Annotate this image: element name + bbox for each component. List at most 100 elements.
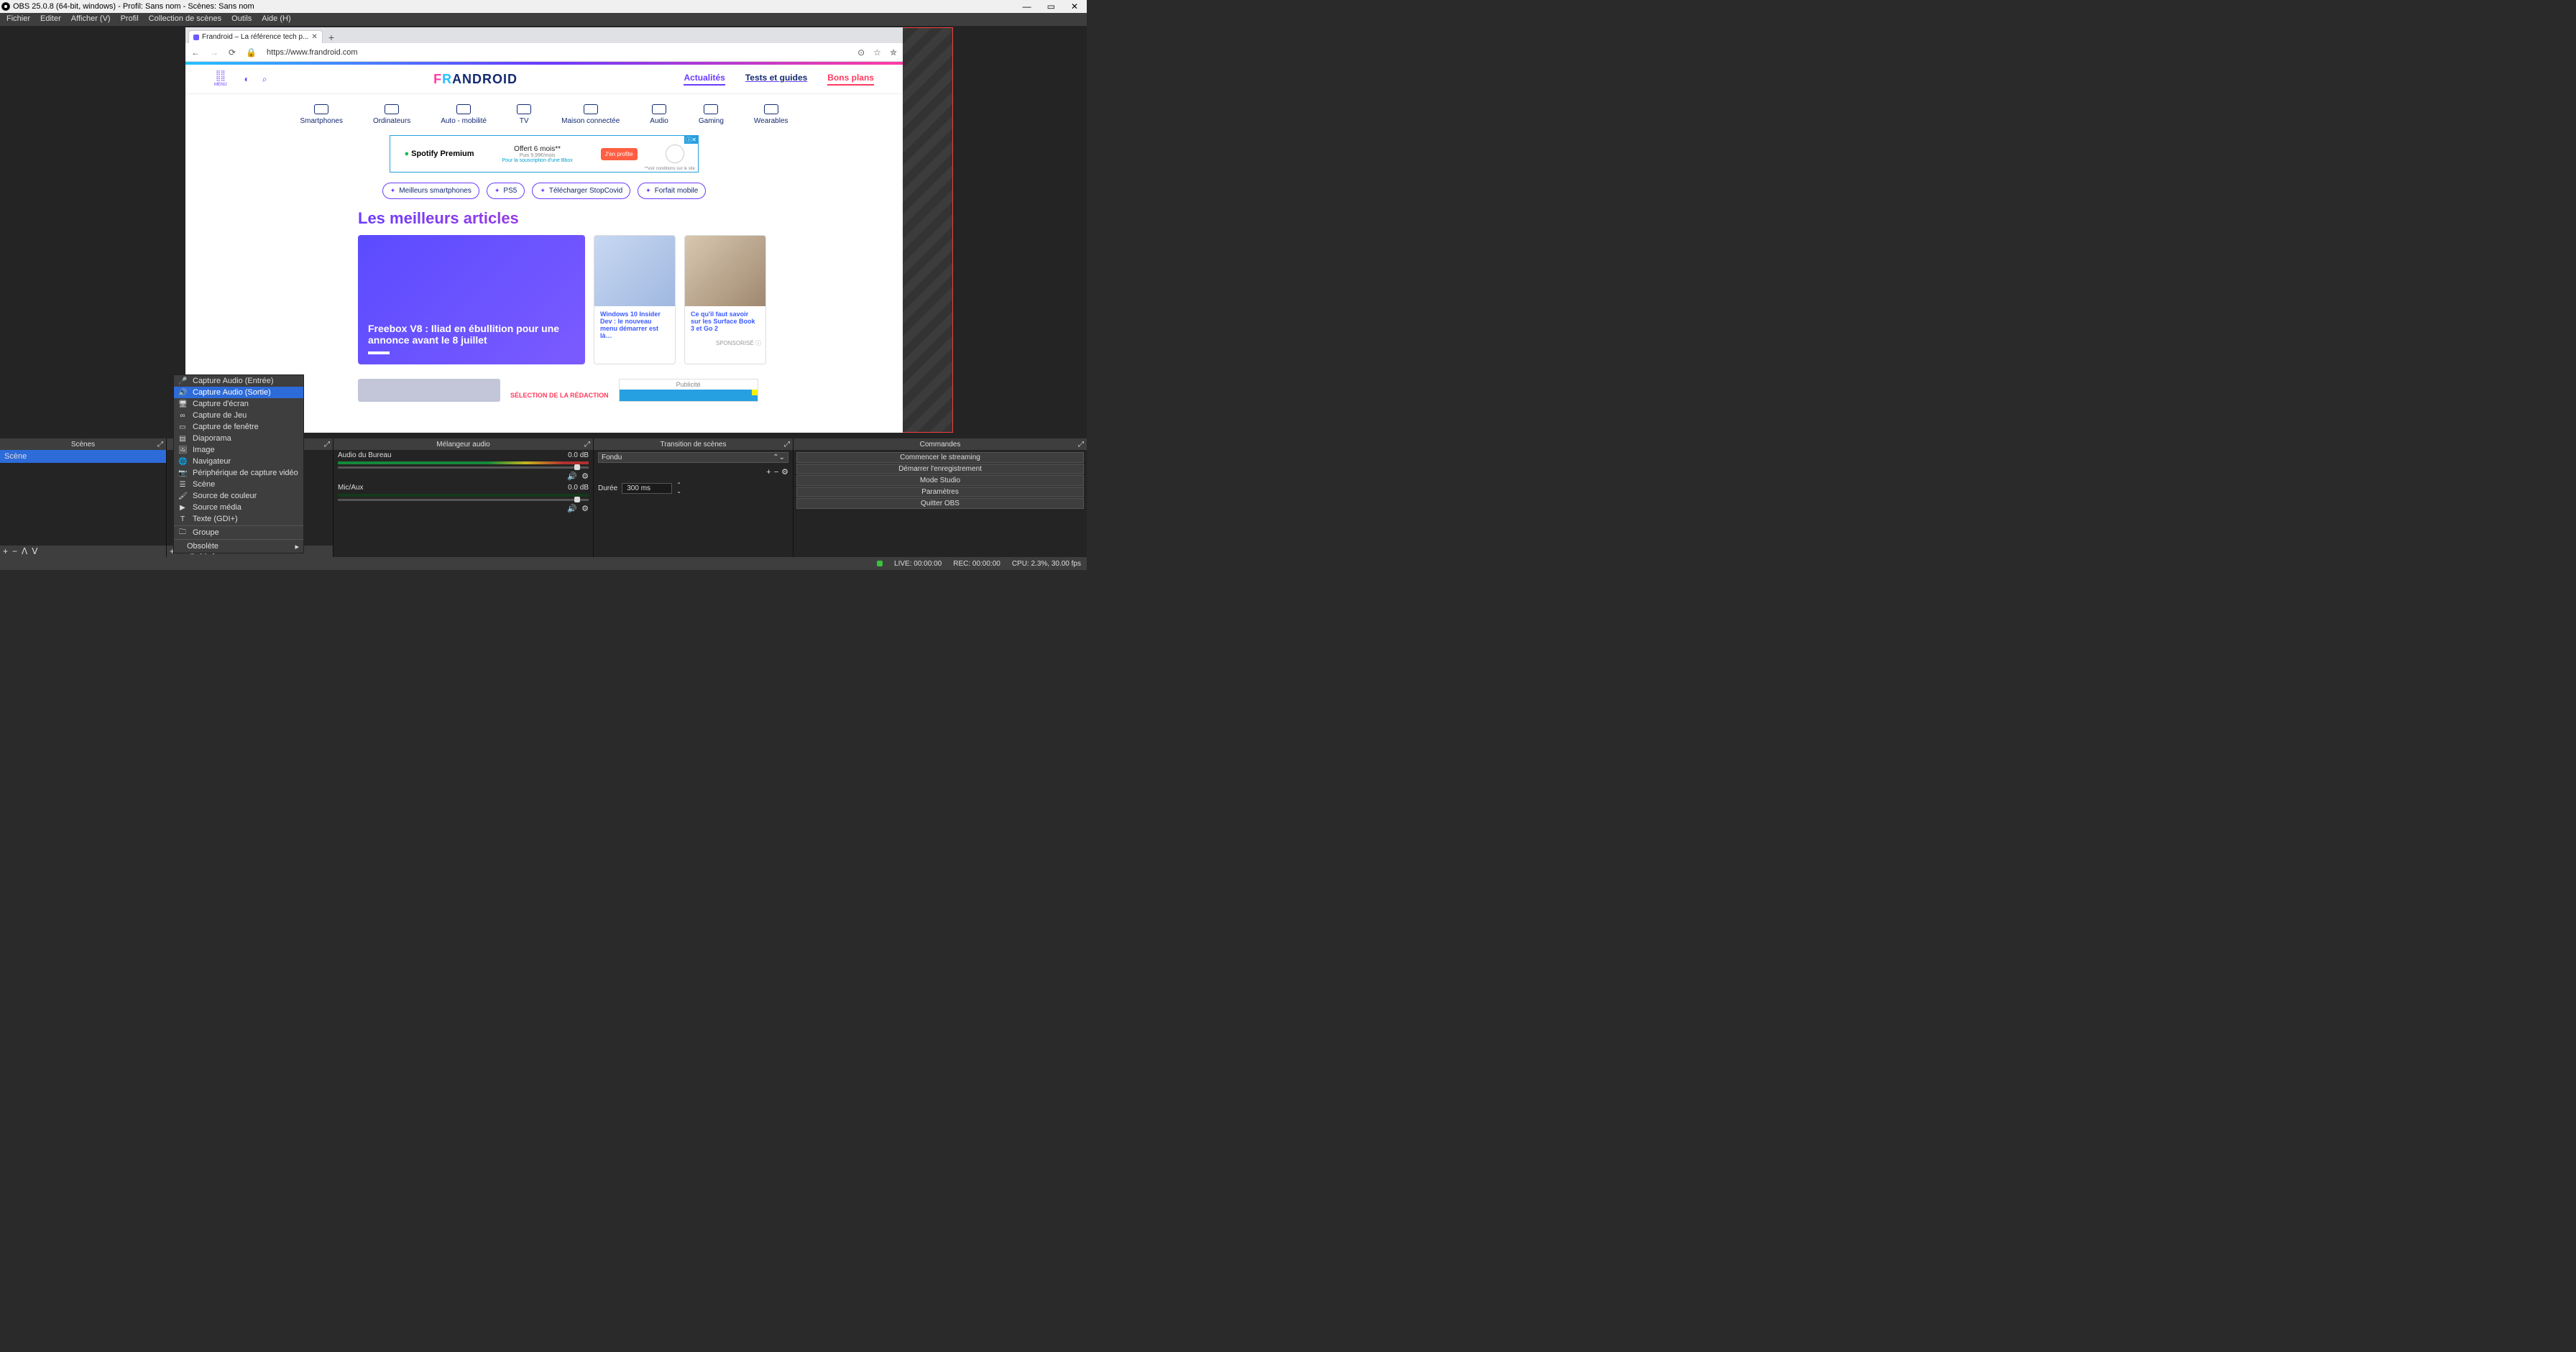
trending-pills: Meilleurs smartphones PS5 Télécharger St… <box>185 183 903 199</box>
nav-actualites[interactable]: Actualités <box>684 73 724 86</box>
ctx-image[interactable]: 🖼Image <box>174 444 303 456</box>
settings-button[interactable]: Paramètres <box>796 487 1084 497</box>
ad-close-icon[interactable]: ⓘ✕ <box>684 136 698 144</box>
ctx-window-capture[interactable]: ▭Capture de fenêtre <box>174 421 303 433</box>
mute-icon[interactable]: 🔊 <box>567 472 577 481</box>
back-icon[interactable]: ← <box>191 47 200 58</box>
pill-smartphones[interactable]: Meilleurs smartphones <box>382 183 479 199</box>
dock-popout-icon[interactable]: ⤢ <box>784 441 790 449</box>
cat-smartphones[interactable]: Smartphones <box>300 104 342 125</box>
scene-up-button[interactable]: ᐱ <box>22 546 27 556</box>
cat-maison[interactable]: Maison connectée <box>561 104 620 125</box>
cat-audio[interactable]: Audio <box>650 104 668 125</box>
site-logo[interactable]: FRANDROID <box>433 72 518 87</box>
menu-fichier[interactable]: Fichier <box>1 13 35 26</box>
cat-tv[interactable]: TV <box>517 104 531 125</box>
ctx-audio-output[interactable]: 🔊Capture Audio (Sortie) <box>174 387 303 398</box>
duration-input[interactable]: 300 ms <box>622 483 672 494</box>
ctx-separator <box>174 525 303 526</box>
ctx-screen-capture[interactable]: 🖥Capture d'écran <box>174 398 303 410</box>
volume-slider[interactable] <box>338 499 589 501</box>
menu-editer[interactable]: Editer <box>35 13 66 26</box>
ctx-audio-input[interactable]: 🎤Capture Audio (Entrée) <box>174 375 303 387</box>
remove-scene-button[interactable]: − <box>12 546 17 556</box>
ctx-game-capture[interactable]: ∞Capture de Jeu <box>174 410 303 421</box>
close-button[interactable]: ✕ <box>1071 1 1078 12</box>
hamburger-icon[interactable]: ⠿⠿⠿⠿MENU <box>214 70 227 88</box>
menu-profil[interactable]: Profil <box>116 13 144 26</box>
channel-settings-icon[interactable]: ⚙ <box>581 504 589 513</box>
mute-icon[interactable]: 🔊 <box>567 504 577 513</box>
menu-outils[interactable]: Outils <box>226 13 257 26</box>
start-streaming-button[interactable]: Commencer le streaming <box>796 452 1084 463</box>
ctx-video-device[interactable]: 📷Périphérique de capture vidéo <box>174 467 303 479</box>
scene-item[interactable]: Scène <box>0 450 166 463</box>
channel-settings-icon[interactable]: ⚙ <box>581 472 589 481</box>
volume-slider[interactable] <box>338 466 589 469</box>
pill-forfait[interactable]: Forfait mobile <box>638 183 706 199</box>
minimize-button[interactable]: ― <box>1023 1 1031 12</box>
theme-icon[interactable]: ◐ <box>244 74 249 85</box>
scene-down-button[interactable]: ᐯ <box>32 546 37 556</box>
browser-tab[interactable]: Frandroid – La référence tech p... ✕ <box>188 30 323 43</box>
ctx-color-source[interactable]: 🖌Source de couleur <box>174 490 303 502</box>
monitor-icon: 🖥 <box>178 400 187 408</box>
hero-title: Freebox V8 : Iliad en ébullition pour un… <box>368 323 575 346</box>
reader-icon[interactable]: ⊙ <box>857 47 865 58</box>
new-tab-button[interactable]: + <box>323 32 340 43</box>
ctx-browser[interactable]: 🌐Navigateur <box>174 456 303 467</box>
forward-icon[interactable]: → <box>210 47 218 58</box>
ctx-slideshow[interactable]: ▤Diaporama <box>174 433 303 444</box>
article-card-1[interactable]: Windows 10 Insider Dev : le nouveau menu… <box>594 235 676 364</box>
dock-popout-icon[interactable]: ⤢ <box>1078 441 1084 449</box>
favorites-icon[interactable]: ✮ <box>890 47 897 58</box>
ad-content <box>620 390 758 401</box>
spinner-icon[interactable]: ⌃⌄ <box>676 482 681 495</box>
ch-name-label: Mic/Aux <box>338 484 364 492</box>
menu-aide[interactable]: Aide (H) <box>257 13 295 26</box>
ctx-media-source[interactable]: ▶Source média <box>174 502 303 513</box>
add-scene-button[interactable]: + <box>3 546 8 556</box>
pill-ps5[interactable]: PS5 <box>487 183 525 199</box>
nav-tests[interactable]: Tests et guides <box>745 73 807 86</box>
cat-auto[interactable]: Auto - mobilité <box>441 104 487 125</box>
preview-area[interactable]: Frandroid – La référence tech p... ✕ + ←… <box>0 26 1087 438</box>
tab-close-icon[interactable]: ✕ <box>311 33 317 41</box>
mic-icon: 🎤 <box>178 377 187 385</box>
search-icon[interactable]: ⌕ <box>262 74 267 85</box>
remove-transition-button[interactable]: − <box>774 468 778 477</box>
pill-stopcovid[interactable]: Télécharger StopCovid <box>532 183 630 199</box>
maximize-button[interactable]: ▭ <box>1047 1 1055 12</box>
dock-popout-icon[interactable]: ⤢ <box>584 441 590 449</box>
cat-wearables[interactable]: Wearables <box>754 104 788 125</box>
quit-button[interactable]: Quitter OBS <box>796 498 1084 509</box>
studio-mode-button[interactable]: Mode Studio <box>796 475 1084 486</box>
nav-bonsplans[interactable]: Bons plans <box>827 73 874 86</box>
infinity-icon: ∞ <box>178 412 187 420</box>
ctx-text-gdi[interactable]: TTexte (GDI+) <box>174 513 303 525</box>
ctx-obsolete[interactable]: Obsolète▸ <box>174 541 303 553</box>
menu-afficher[interactable]: Afficher (V) <box>66 13 116 26</box>
hero-article[interactable]: Freebox V8 : Iliad en ébullition pour un… <box>358 235 585 364</box>
ad-cta-button[interactable]: J'en profite <box>601 148 638 160</box>
ctx-scene[interactable]: ☰Scène <box>174 479 303 490</box>
url-field[interactable]: https://www.frandroid.com <box>267 48 847 57</box>
ad-box[interactable]: Publicité <box>619 379 758 402</box>
refresh-icon[interactable]: ⟳ <box>229 47 236 58</box>
star-icon[interactable]: ☆ <box>873 47 881 58</box>
dock-popout-icon[interactable]: ⤢ <box>157 441 163 449</box>
folder-icon: 🗀 <box>178 527 187 539</box>
cat-ordinateurs[interactable]: Ordinateurs <box>373 104 410 125</box>
transition-settings-button[interactable]: ⚙ <box>781 467 788 477</box>
ad-banner[interactable]: ⓘ✕ Spotify Premium Offert 6 mois** Puis … <box>390 135 699 173</box>
cat-gaming[interactable]: Gaming <box>699 104 724 125</box>
status-indicator <box>877 561 883 566</box>
transition-select[interactable]: Fondu⌃⌄ <box>598 452 788 463</box>
ctx-group[interactable]: 🗀Groupe <box>174 527 303 538</box>
article-card-2[interactable]: Ce qu'il faut savoir sur les Surface Boo… <box>684 235 766 364</box>
start-recording-button[interactable]: Démarrer l'enregistrement <box>796 464 1084 474</box>
dock-popout-icon[interactable]: ⤢ <box>324 441 330 449</box>
mini-article[interactable] <box>358 379 500 402</box>
menu-collection[interactable]: Collection de scènes <box>144 13 227 26</box>
add-transition-button[interactable]: + <box>766 468 770 477</box>
